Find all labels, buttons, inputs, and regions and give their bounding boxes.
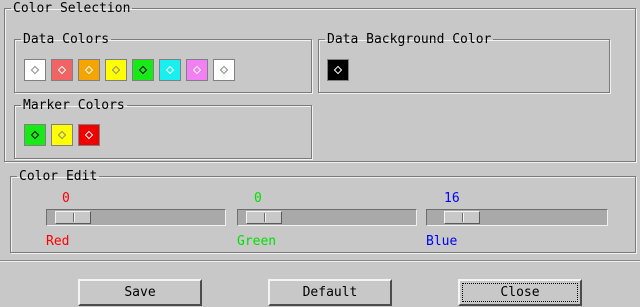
data-color-swatch-yellow[interactable] xyxy=(105,59,127,81)
marker-colors-title: Marker Colors xyxy=(23,98,125,113)
marker-color-swatch-yellow[interactable] xyxy=(51,124,73,146)
diamond-marker-icon xyxy=(30,65,40,75)
diamond-marker-icon xyxy=(30,130,40,140)
diamond-marker-icon xyxy=(165,65,175,75)
color-selection-title: Color Selection xyxy=(13,1,131,16)
data-background-group: Data Background Color xyxy=(318,33,610,93)
diamond-marker-icon xyxy=(57,65,67,75)
red-slider[interactable] xyxy=(46,209,226,226)
blue-slider[interactable] xyxy=(426,209,608,226)
diamond-marker-icon xyxy=(84,130,94,140)
green-value: 0 xyxy=(254,191,262,206)
blue-slider-thumb[interactable] xyxy=(444,211,480,224)
diamond-marker-icon xyxy=(333,65,343,75)
diamond-marker-icon xyxy=(192,65,202,75)
data-background-swatch-black[interactable] xyxy=(327,59,349,81)
blue-value: 16 xyxy=(444,191,460,206)
close-button[interactable]: Close xyxy=(458,279,582,306)
data-color-swatch-green[interactable] xyxy=(132,59,154,81)
diamond-marker-icon xyxy=(219,65,229,75)
data-colors-swatches xyxy=(24,59,235,81)
data-color-swatch-orange[interactable] xyxy=(78,59,100,81)
blue-label: Blue xyxy=(426,234,458,249)
green-slider-thumb[interactable] xyxy=(246,211,282,224)
data-colors-title: Data Colors xyxy=(23,32,110,47)
data-color-swatch-white-2[interactable] xyxy=(213,59,235,81)
diamond-marker-icon xyxy=(84,65,94,75)
red-value: 0 xyxy=(62,191,70,206)
data-color-swatch-pink[interactable] xyxy=(186,59,208,81)
diamond-marker-icon xyxy=(111,65,121,75)
data-color-swatch-light-red[interactable] xyxy=(51,59,73,81)
data-color-swatch-cyan[interactable] xyxy=(159,59,181,81)
save-button[interactable]: Save xyxy=(78,279,202,306)
color-edit-title: Color Edit xyxy=(19,169,98,184)
diamond-marker-icon xyxy=(138,65,148,75)
marker-color-swatch-green[interactable] xyxy=(24,124,46,146)
data-background-swatches xyxy=(327,59,349,81)
red-slider-thumb[interactable] xyxy=(55,211,91,224)
red-label: Red xyxy=(46,234,70,249)
data-background-title: Data Background Color xyxy=(327,32,492,47)
marker-color-swatch-red[interactable] xyxy=(78,124,100,146)
button-bar-separator xyxy=(0,260,640,262)
green-slider[interactable] xyxy=(237,209,417,226)
default-button[interactable]: Default xyxy=(268,279,392,306)
data-color-swatch-white[interactable] xyxy=(24,59,46,81)
marker-colors-swatches xyxy=(24,124,100,146)
green-label: Green xyxy=(237,234,277,249)
diamond-marker-icon xyxy=(57,130,67,140)
